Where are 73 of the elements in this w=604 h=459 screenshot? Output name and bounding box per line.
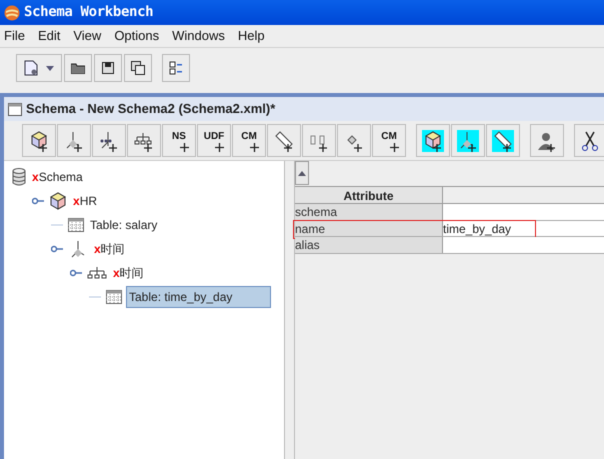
attribute-cell: name (295, 220, 443, 236)
table-icon (68, 218, 84, 232)
hierarchy-icon (87, 266, 107, 280)
ruler-icon (492, 130, 514, 152)
add-diamond-button[interactable] (337, 124, 371, 157)
table-icon (106, 290, 122, 304)
inner-window-title: Schema - New Schema2 (Schema2.xml)* (26, 100, 276, 118)
new-document-icon (24, 60, 38, 76)
error-mark: x (113, 265, 120, 282)
open-button[interactable] (64, 54, 92, 82)
expand-handle-icon[interactable] (70, 269, 82, 277)
value-cell[interactable]: time_by_day (443, 220, 604, 236)
value-cell[interactable] (443, 204, 604, 220)
error-mark: x (73, 193, 80, 210)
new-file-button[interactable] (16, 54, 62, 82)
checklist-icon (169, 61, 183, 75)
error-mark: x (94, 241, 101, 258)
cube-icon (422, 130, 444, 152)
tree-connector (89, 296, 101, 298)
plus-icon (390, 143, 399, 152)
column-header[interactable]: Attribute (295, 187, 443, 203)
menu-item[interactable]: View (73, 26, 102, 46)
add-ruler-button[interactable] (486, 124, 520, 157)
preferences-button[interactable] (162, 54, 190, 82)
level-dots-icon (98, 130, 120, 152)
plus-icon (215, 143, 224, 152)
menu-item[interactable]: Edit (38, 26, 60, 46)
add-item-button[interactable]: UDF (197, 124, 231, 157)
dropdown-arrow-icon (46, 66, 54, 70)
ruler-icon (273, 130, 295, 152)
add-person-button[interactable] (530, 124, 564, 157)
add-cube-button[interactable] (22, 124, 56, 157)
attribute-cell: alias (295, 237, 443, 252)
attribute-cell: schema (295, 204, 443, 220)
database-icon (12, 168, 26, 186)
save-button[interactable] (94, 54, 122, 82)
tree-item-label[interactable]: Schema (38, 168, 83, 186)
plus-icon (180, 143, 189, 152)
expand-handle-icon[interactable] (51, 245, 63, 253)
cube-icon (49, 192, 67, 210)
dimension-icon (457, 130, 479, 152)
value-cell[interactable] (443, 237, 604, 252)
add-hierarchy-button[interactable] (127, 124, 161, 157)
save-as-button[interactable] (124, 54, 152, 82)
window-title: Schema Workbench (24, 3, 154, 22)
menu-item[interactable]: Help (238, 26, 265, 46)
add-cube-button[interactable] (416, 124, 450, 157)
tree-item-label[interactable]: 时间 (100, 240, 125, 258)
add-item-button[interactable]: CM (372, 124, 406, 157)
app-logo-icon (4, 4, 20, 20)
up-arrow-icon (298, 170, 306, 176)
add-dimension-button[interactable] (57, 124, 91, 157)
tree-connector (51, 224, 63, 226)
tree-item[interactable]: Table: time_by_day (126, 286, 271, 308)
folder-icon (71, 62, 85, 74)
menu-item[interactable]: Options (114, 26, 160, 46)
floppy-disks-icon (131, 61, 145, 75)
add-item-button[interactable]: CM (232, 124, 266, 157)
tree-item[interactable]: Table: salary (88, 214, 160, 236)
scroll-up-button[interactable] (295, 161, 309, 185)
menu-item[interactable]: File (4, 26, 25, 46)
tree-item-label[interactable]: 时间 (120, 264, 144, 282)
plus-icon (250, 143, 259, 152)
expand-handle-icon[interactable] (32, 197, 44, 205)
add-ruler-button[interactable] (267, 124, 301, 157)
add-item-button[interactable]: NS (162, 124, 196, 157)
error-mark: x (32, 169, 39, 186)
add-level-dots-button[interactable] (92, 124, 126, 157)
add-scissors-button[interactable] (574, 124, 604, 157)
window-icon (8, 102, 22, 116)
add-dimension-button[interactable] (451, 124, 485, 157)
tree-item-label[interactable]: HR (80, 192, 98, 210)
menu-item[interactable]: Windows (172, 26, 225, 46)
